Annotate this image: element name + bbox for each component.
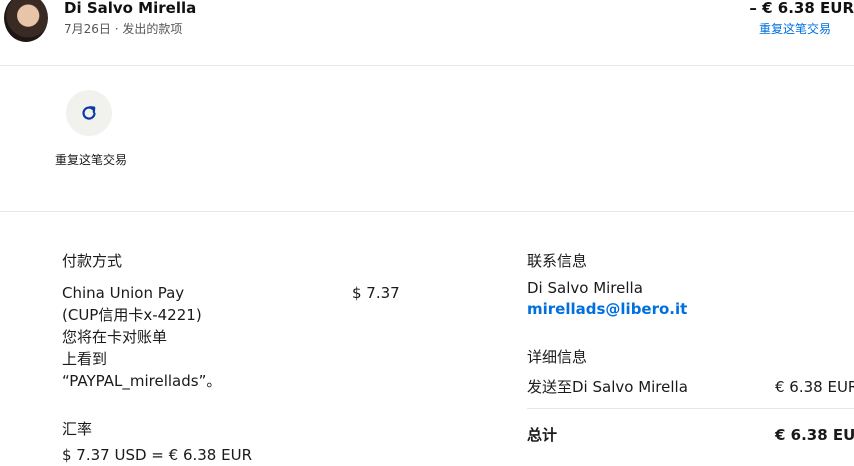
contact-name: Di Salvo Mirella — [527, 279, 643, 297]
transaction-subtitle: 7月26日 · 发出的款项 — [64, 22, 183, 36]
details-heading: 详细信息 — [527, 348, 588, 366]
divider — [527, 408, 854, 409]
repeat-transaction-label: 重复这笔交易 — [54, 153, 127, 167]
refresh-icon — [82, 106, 96, 120]
statement-descriptor: “PAYPAL_mirellads”。 — [62, 372, 222, 390]
payment-method-info: China Union Pay (CUP信用卡x-4221) 您将在卡对账单 上… — [62, 282, 282, 392]
payment-card: (CUP信用卡x-4221) — [62, 306, 202, 324]
sent-to-amount: € 6.38 EUR — [775, 378, 854, 396]
repeat-transaction-link[interactable]: 重复这笔交易 — [759, 20, 831, 37]
statement-note-1: 您将在卡对账单 — [62, 328, 168, 346]
payment-method-heading: 付款方式 — [62, 252, 123, 270]
payment-method-name: China Union Pay — [62, 284, 185, 302]
sent-to-label: 发送至Di Salvo Mirella — [527, 378, 688, 396]
total-amount: € 6.38 EUR — [775, 426, 854, 444]
divider — [0, 65, 854, 66]
avatar — [4, 0, 48, 42]
recipient-name: Di Salvo Mirella — [64, 0, 197, 17]
contact-heading: 联系信息 — [527, 252, 588, 270]
total-label: 总计 — [527, 426, 558, 444]
transaction-amount: – € 6.38 EUR — [749, 0, 854, 17]
divider — [0, 211, 854, 212]
exchange-rate-heading: 汇率 — [62, 420, 93, 438]
exchange-rate-value: $ 7.37 USD = € 6.38 EUR — [62, 446, 252, 464]
contact-email-link[interactable]: mirellads@libero.it — [527, 300, 687, 318]
statement-note-2: 上看到 — [62, 350, 108, 368]
repeat-transaction-button[interactable] — [66, 90, 112, 136]
payment-amount: $ 7.37 — [352, 284, 400, 302]
